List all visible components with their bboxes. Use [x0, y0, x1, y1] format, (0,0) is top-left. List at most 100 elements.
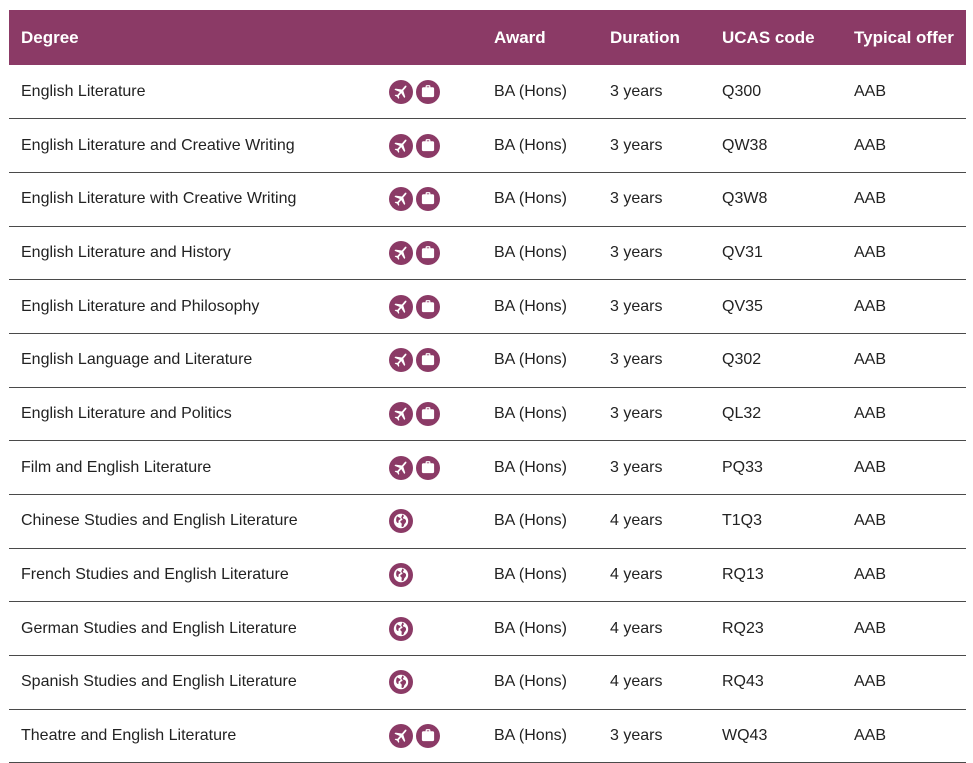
degree-name[interactable]: English Literature and Philosophy	[9, 279, 389, 334]
degree-name[interactable]: German Studies and English Literature	[9, 601, 389, 657]
ucas-code: QV35	[722, 279, 854, 334]
briefcase-icon	[416, 455, 440, 480]
ucas-code: WQ43	[722, 709, 854, 763]
briefcase-icon	[416, 133, 440, 158]
plane-icon	[389, 401, 413, 426]
award: BA (Hons)	[494, 118, 610, 173]
award: BA (Hons)	[494, 279, 610, 334]
typical-offer: AAB	[854, 709, 966, 763]
feature-icons	[389, 509, 494, 534]
table-row[interactable]: Theatre and English Literature BA (Hons)…	[9, 709, 966, 763]
table-row[interactable]: Chinese Studies and English Literature B…	[9, 494, 966, 549]
feature-icons	[389, 401, 494, 426]
duration: 3 years	[610, 172, 722, 227]
table-row[interactable]: English Language and Literature BA (Hons…	[9, 333, 966, 388]
duration: 3 years	[610, 118, 722, 173]
degree-features	[389, 279, 494, 334]
feature-icons	[389, 455, 494, 480]
feature-icons	[389, 616, 494, 641]
globe-icon	[389, 670, 413, 695]
typical-offer: AAB	[854, 172, 966, 227]
feature-icons	[389, 79, 494, 104]
table-header: Degree Award Duration UCAS code Typical …	[9, 10, 966, 65]
degree-name[interactable]: English Language and Literature	[9, 333, 389, 388]
degree-features	[389, 226, 494, 281]
feature-icons	[389, 133, 494, 158]
plane-icon	[389, 240, 413, 265]
degree-name[interactable]: English Literature and History	[9, 226, 389, 281]
typical-offer: AAB	[854, 118, 966, 173]
table-row[interactable]: Film and English Literature BA (Hons) 3 …	[9, 440, 966, 495]
briefcase-icon	[416, 240, 440, 265]
degree-features	[389, 655, 494, 710]
typical-offer: AAB	[854, 601, 966, 657]
award: BA (Hons)	[494, 601, 610, 657]
page: Degree Award Duration UCAS code Typical …	[0, 0, 973, 763]
degree-features	[389, 601, 494, 657]
table-body: English Literature BA (Hons) 3 years Q30…	[9, 65, 966, 763]
ucas-code: QL32	[722, 387, 854, 442]
ucas-code: QV31	[722, 226, 854, 281]
typical-offer: AAB	[854, 279, 966, 334]
table-row[interactable]: English Literature with Creative Writing…	[9, 172, 966, 227]
degree-name[interactable]: English Literature and Politics	[9, 387, 389, 442]
degree-features	[389, 118, 494, 173]
plane-icon	[389, 348, 413, 373]
degree-name[interactable]: Spanish Studies and English Literature	[9, 655, 389, 710]
header-typical-offer: Typical offer	[854, 10, 966, 65]
degree-features	[389, 709, 494, 763]
degree-name[interactable]: Film and English Literature	[9, 440, 389, 495]
plane-icon	[389, 455, 413, 480]
table-row[interactable]: English Literature BA (Hons) 3 years Q30…	[9, 65, 966, 120]
typical-offer: AAB	[854, 655, 966, 710]
table-row[interactable]: English Literature and History BA (Hons)…	[9, 226, 966, 281]
table-header-row: Degree Award Duration UCAS code Typical …	[9, 10, 966, 65]
degree-name[interactable]: English Literature and Creative Writing	[9, 118, 389, 173]
briefcase-icon	[416, 294, 440, 319]
table-row[interactable]: Spanish Studies and English Literature B…	[9, 655, 966, 710]
degree-features	[389, 548, 494, 603]
degree-name[interactable]: French Studies and English Literature	[9, 548, 389, 603]
plane-icon	[389, 724, 413, 749]
feature-icons	[389, 724, 494, 749]
typical-offer: AAB	[854, 333, 966, 388]
plane-icon	[389, 187, 413, 212]
duration: 3 years	[610, 65, 722, 120]
award: BA (Hons)	[494, 65, 610, 120]
degree-name[interactable]: Theatre and English Literature	[9, 709, 389, 763]
degree-name[interactable]: Chinese Studies and English Literature	[9, 494, 389, 549]
ucas-code: Q302	[722, 333, 854, 388]
table-row[interactable]: German Studies and English Literature BA…	[9, 601, 966, 657]
header-degree: Degree	[9, 10, 389, 65]
table-row[interactable]: English Literature and Philosophy BA (Ho…	[9, 279, 966, 334]
award: BA (Hons)	[494, 655, 610, 710]
duration: 3 years	[610, 333, 722, 388]
header-icons	[389, 10, 494, 65]
globe-icon	[389, 616, 413, 641]
degree-name[interactable]: English Literature with Creative Writing	[9, 172, 389, 227]
table-row[interactable]: English Literature and Politics BA (Hons…	[9, 387, 966, 442]
duration: 4 years	[610, 494, 722, 549]
degree-name[interactable]: English Literature	[9, 65, 389, 120]
duration: 3 years	[610, 279, 722, 334]
plane-icon	[389, 133, 413, 158]
ucas-code: Q3W8	[722, 172, 854, 227]
duration: 3 years	[610, 226, 722, 281]
award: BA (Hons)	[494, 709, 610, 763]
degree-table: Degree Award Duration UCAS code Typical …	[9, 10, 966, 763]
typical-offer: AAB	[854, 226, 966, 281]
duration: 4 years	[610, 601, 722, 657]
globe-icon	[389, 563, 413, 588]
briefcase-icon	[416, 79, 440, 104]
degree-features	[389, 333, 494, 388]
ucas-code: RQ23	[722, 601, 854, 657]
table-row[interactable]: French Studies and English Literature BA…	[9, 548, 966, 603]
typical-offer: AAB	[854, 387, 966, 442]
typical-offer: AAB	[854, 548, 966, 603]
table-row[interactable]: English Literature and Creative Writing …	[9, 118, 966, 173]
feature-icons	[389, 294, 494, 319]
briefcase-icon	[416, 401, 440, 426]
duration: 3 years	[610, 709, 722, 763]
duration: 3 years	[610, 440, 722, 495]
award: BA (Hons)	[494, 172, 610, 227]
